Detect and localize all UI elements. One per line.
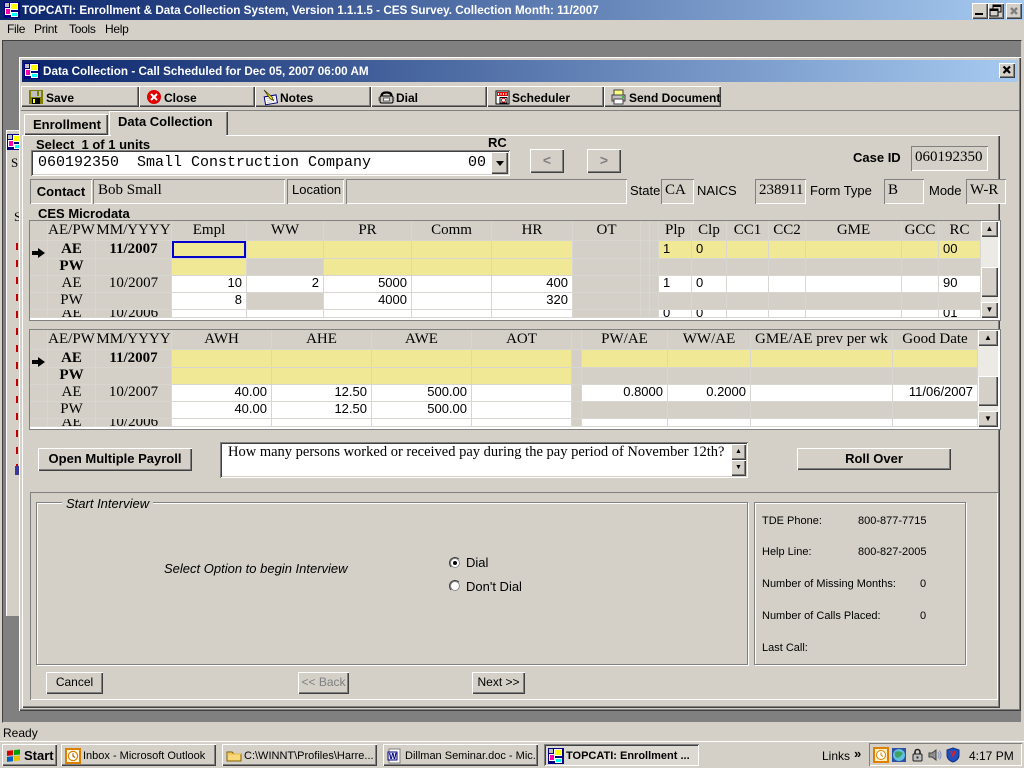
- svg-text:W: W: [389, 752, 397, 761]
